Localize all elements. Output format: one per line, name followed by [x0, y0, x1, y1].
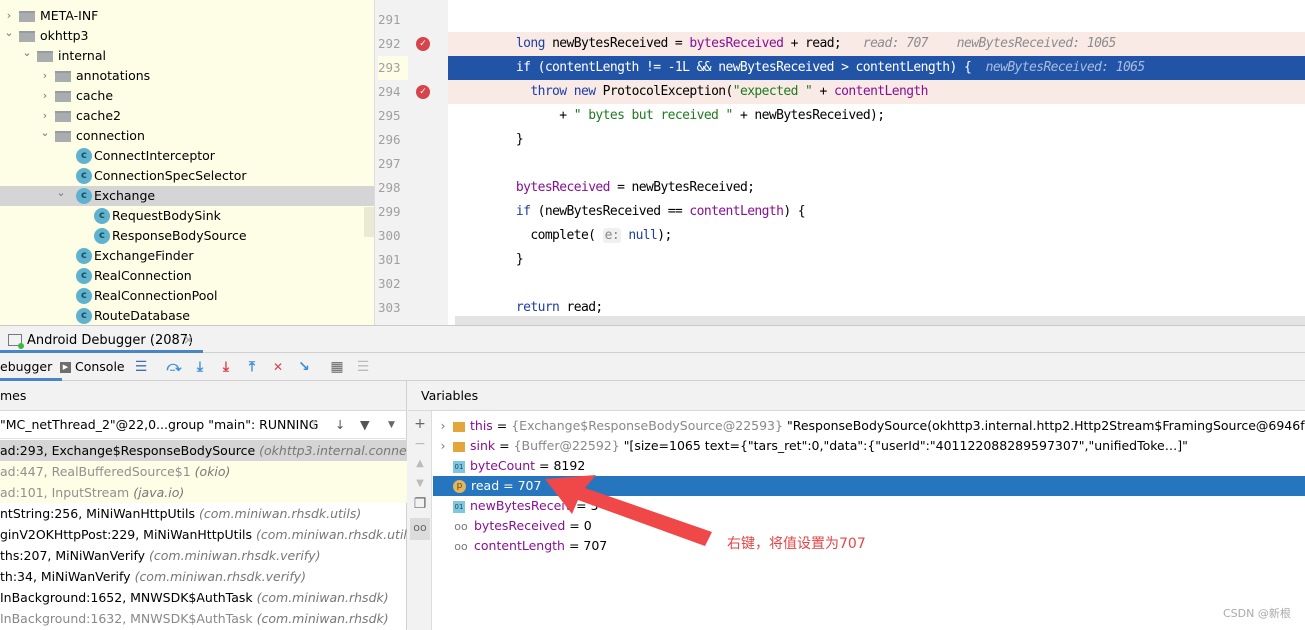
watermark: CSDN @新根 — [1223, 607, 1291, 620]
annotation-arrow — [545, 475, 712, 546]
red-arrow-shape — [545, 475, 712, 546]
annotation-text: 右键，将值设置为707 — [727, 536, 866, 552]
